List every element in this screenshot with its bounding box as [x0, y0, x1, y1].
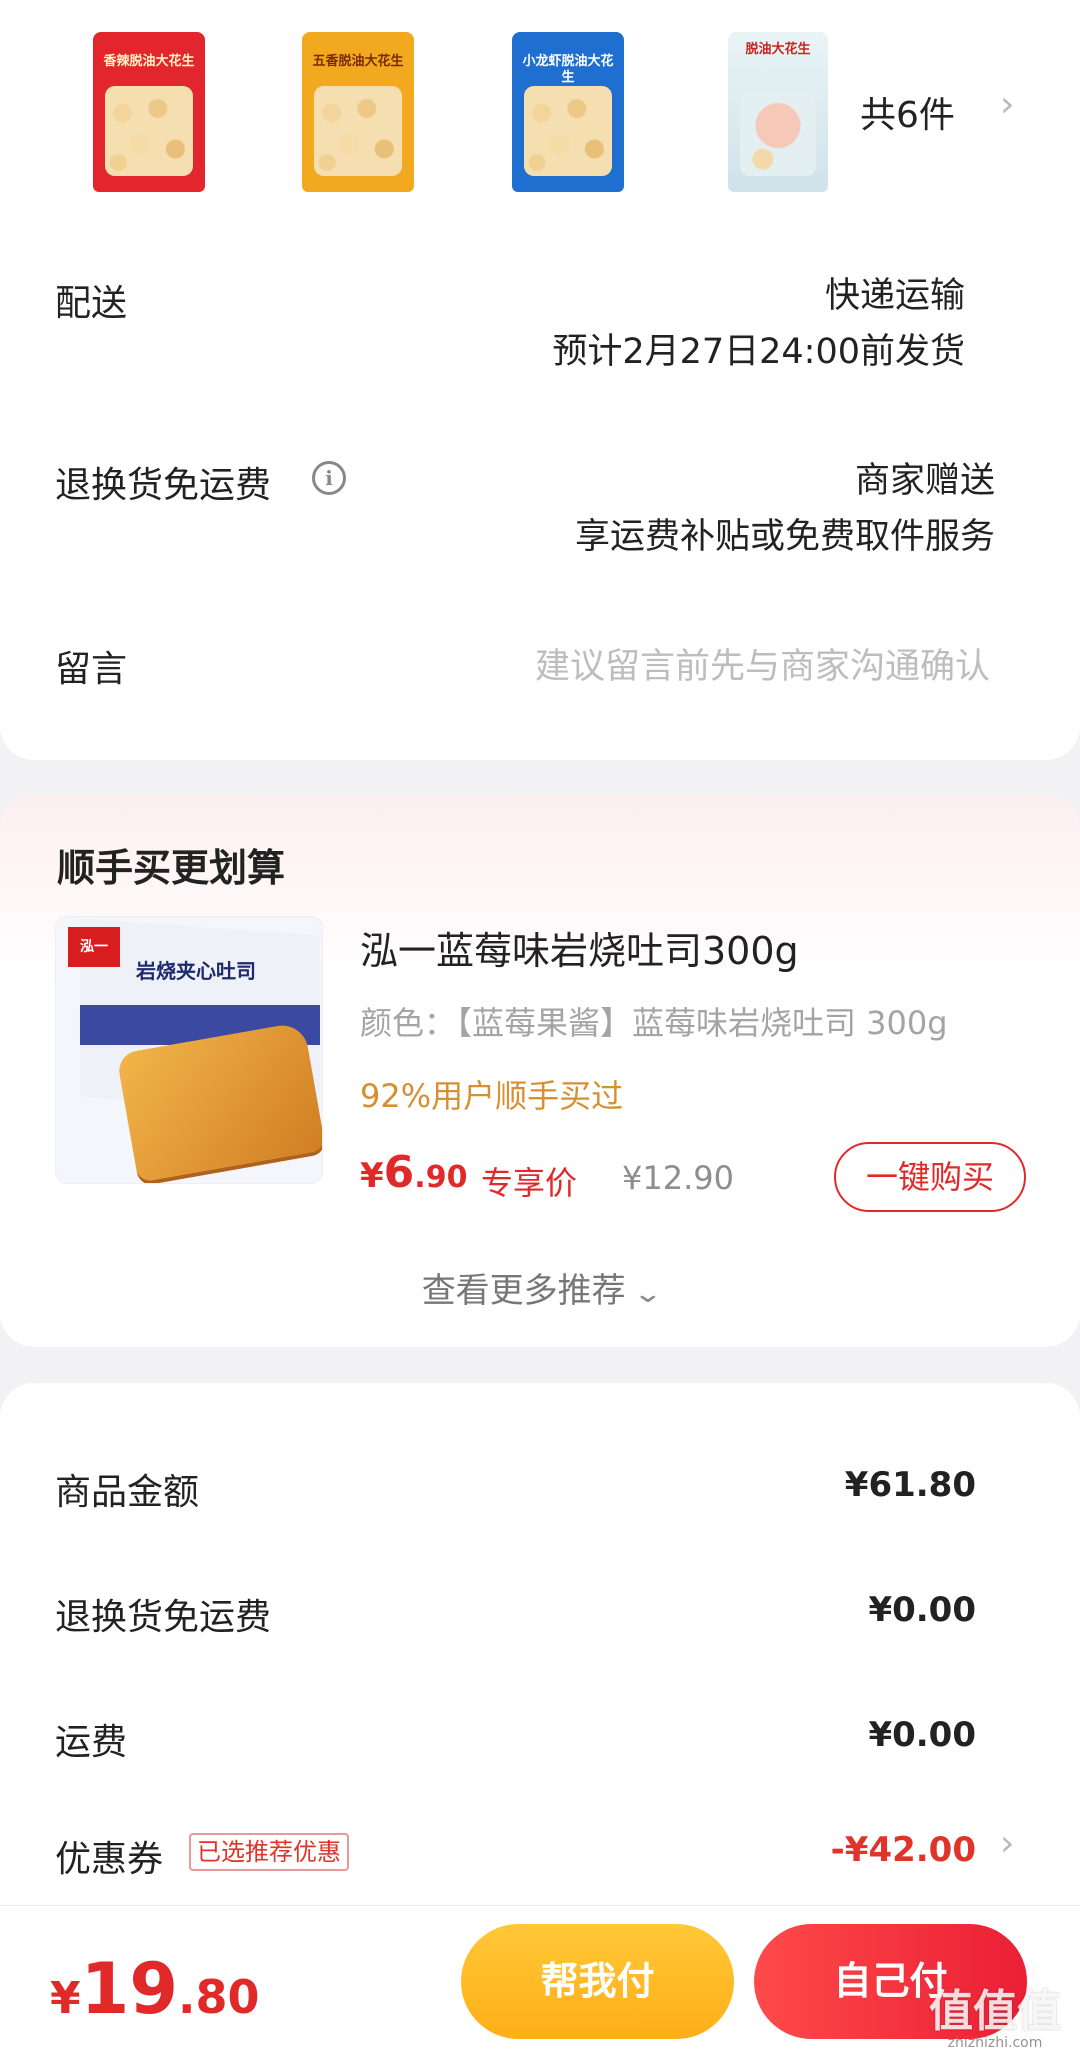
watermark-sub: zhizhizhi.com — [947, 2035, 1043, 2051]
chevron-right-icon[interactable]: › — [1000, 84, 1014, 125]
peanut-image — [524, 86, 612, 176]
delivery-method: 快递运输 — [824, 276, 965, 316]
recommend-product-spec: 颜色：【蓝莓果酱】蓝莓味岩烧吐司 300g — [360, 1004, 948, 1042]
message-label: 留言 — [55, 649, 128, 690]
return-shipping-provider: 商家赠送 — [854, 461, 995, 501]
product-thumb-2[interactable]: 五香脱油大花生 — [302, 32, 414, 192]
product-thumb-label: 五香脱油大花生 — [312, 54, 404, 69]
total-integer: 19 — [80, 1948, 179, 2030]
product-thumb-1[interactable]: 香辣脱油大花生 — [93, 32, 205, 192]
peanut-image — [314, 86, 402, 176]
checkout-bar: ¥19.80 帮我付 自己付 — [0, 1905, 1080, 2055]
delivery-eta: 预计2月27日24:00前发货 — [552, 332, 965, 372]
return-shipping-label: 退换货免运费 — [55, 465, 272, 506]
price-decimal: .90 — [414, 1160, 468, 1195]
peanut-image — [740, 92, 816, 176]
delivery-label: 配送 — [55, 283, 128, 324]
item-count[interactable]: 共6件 — [860, 86, 955, 138]
delivery-info: 快递运输 预计2月27日24:00前发货 — [552, 268, 965, 380]
return-fee-label: 退换货免运费 — [55, 1597, 272, 1638]
more-recommendations-link[interactable]: 查看更多推荐 ⌄ — [0, 1263, 1080, 1312]
info-icon[interactable]: i — [312, 461, 346, 495]
recommend-title: 顺手买更划算 — [57, 846, 286, 890]
product-thumb-label: 小龙虾脱油大花生 — [522, 54, 614, 85]
shipping-fee-value: ¥0.00 — [868, 1715, 976, 1755]
recommend-product-image[interactable]: 岩烧夹心吐司 泓一 — [55, 916, 323, 1184]
toast-box-text: 岩烧夹心吐司 — [136, 959, 256, 983]
peanut-image — [105, 86, 193, 176]
product-thumb-3[interactable]: 小龙虾脱油大花生 — [512, 32, 624, 192]
shipping-fee-label: 运费 — [55, 1722, 128, 1763]
coupon-value[interactable]: -¥42.00 — [831, 1830, 976, 1870]
goods-amount-label: 商品金额 — [55, 1472, 200, 1513]
order-card: 香辣脱油大花生 五香脱油大花生 小龙虾脱油大花生 脱油大花生 共6件 › 配送 … — [0, 0, 1080, 760]
one-click-buy-button[interactable]: 一键购买 — [834, 1142, 1026, 1212]
chevron-down-icon: ⌄ — [632, 1279, 663, 1309]
return-fee-value: ¥0.00 — [868, 1590, 976, 1630]
pay-for-me-button[interactable]: 帮我付 — [461, 1924, 734, 2039]
chevron-right-icon[interactable]: › — [1000, 1823, 1014, 1864]
return-shipping-desc: 享运费补贴或免费取件服务 — [574, 517, 995, 557]
product-thumb-label: 香辣脱油大花生 — [103, 54, 195, 69]
total-price: ¥19.80 — [50, 1948, 260, 2030]
product-thumb-label: 脱油大花生 — [745, 42, 811, 57]
recommend-bought-rate: 92%用户顺手买过 — [360, 1077, 624, 1115]
coupon-label: 优惠券 — [55, 1839, 164, 1880]
more-recommendations-label: 查看更多推荐 — [421, 1271, 626, 1311]
total-currency: ¥ — [50, 1973, 81, 2024]
goods-amount-value: ¥61.80 — [844, 1465, 976, 1505]
brand-logo: 泓一 — [68, 927, 120, 967]
message-input[interactable]: 建议留言前先与商家沟通确认 — [535, 638, 990, 689]
return-shipping-info: 商家赠送 享运费补贴或免费取件服务 — [575, 453, 995, 565]
amount-card: 商品金额 ¥61.80 退换货免运费 ¥0.00 运费 ¥0.00 优惠券 已选… — [0, 1383, 1080, 1943]
watermark: 值值值 zhizhizhi.com — [920, 1975, 1070, 2051]
coupon-badge: 已选推荐优惠 — [189, 1833, 349, 1871]
total-decimal: .80 — [178, 1970, 260, 2024]
recommend-product-name[interactable]: 泓一蓝莓味岩烧吐司300g — [360, 920, 799, 975]
recommend-card: 顺手买更划算 岩烧夹心吐司 泓一 泓一蓝莓味岩烧吐司300g 颜色：【蓝莓果酱】… — [0, 795, 1080, 1347]
price-integer: 6 — [383, 1147, 415, 1198]
watermark-text: 值值值 — [929, 1986, 1061, 2037]
original-price: ¥12.90 — [622, 1159, 734, 1197]
product-thumb-4[interactable]: 脱油大花生 — [728, 32, 828, 192]
price-currency: ¥ — [360, 1156, 384, 1196]
exclusive-price-tag: 专享价 — [481, 1164, 578, 1202]
recommend-price: ¥6.90 — [360, 1147, 467, 1198]
